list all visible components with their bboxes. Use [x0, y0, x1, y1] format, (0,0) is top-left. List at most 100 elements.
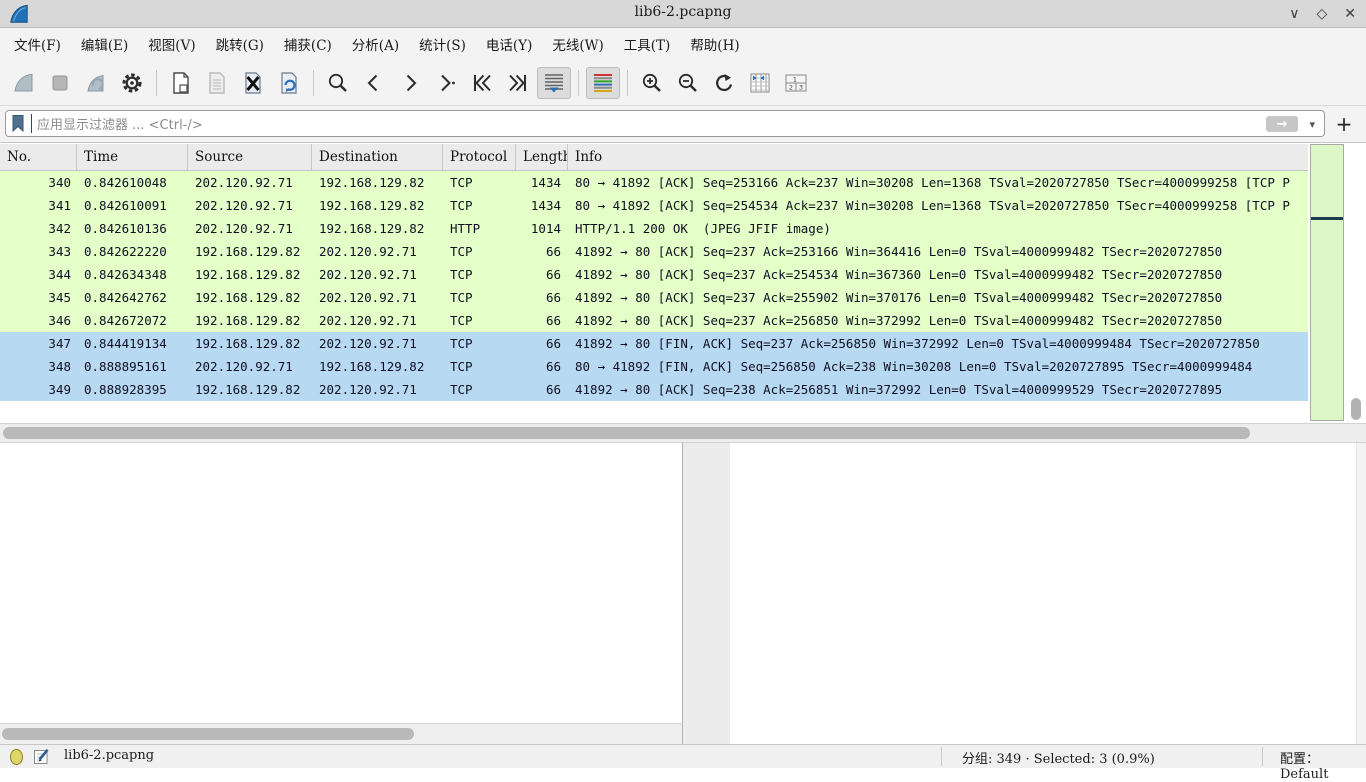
- text-caret: [31, 114, 32, 133]
- packet-row-341[interactable]: 3410.842610091202.120.92.71192.168.129.8…: [0, 194, 1308, 217]
- maximize-button[interactable]: ◇: [1316, 6, 1327, 22]
- packet-row-348[interactable]: 3480.888895161202.120.92.71192.168.129.8…: [0, 355, 1308, 378]
- cell-length: 66: [516, 286, 568, 309]
- auto-scroll-toggle[interactable]: [537, 67, 571, 99]
- menu-telephony[interactable]: 电话(Y): [476, 30, 542, 58]
- column-header-info[interactable]: Info: [568, 144, 1308, 170]
- intelligent-scrollbar-minimap[interactable]: [1310, 144, 1344, 421]
- pane-splitter[interactable]: [683, 443, 730, 744]
- zoom-out-button[interactable]: [671, 67, 705, 99]
- packet-bytes-pane[interactable]: [730, 443, 1366, 744]
- go-back-button[interactable]: [357, 67, 391, 99]
- details-scrollbar-handle[interactable]: [2, 728, 414, 740]
- packet-list-vertical-scrollbar[interactable]: [1346, 144, 1366, 421]
- packet-row-344[interactable]: 3440.842634348192.168.129.82202.120.92.7…: [0, 263, 1308, 286]
- cell-source: 192.168.129.82: [188, 263, 312, 286]
- close-file-button[interactable]: [236, 67, 270, 99]
- filter-dropdown-icon[interactable]: ▾: [1309, 118, 1315, 131]
- zoom-in-button[interactable]: [635, 67, 669, 99]
- cell-no: 345: [0, 286, 77, 309]
- stop-capture-button[interactable]: [43, 67, 77, 99]
- cell-time: 0.844419134: [77, 332, 188, 355]
- last-packet-button[interactable]: [501, 67, 535, 99]
- start-capture-button[interactable]: [7, 67, 41, 99]
- apply-filter-arrow-icon: →: [1277, 117, 1288, 132]
- go-to-packet-button[interactable]: [429, 67, 463, 99]
- cell-time: 0.842610136: [77, 217, 188, 240]
- resize-columns-button[interactable]: [743, 67, 777, 99]
- cell-info: 80 → 41892 [ACK] Seq=254534 Ack=237 Win=…: [568, 194, 1308, 217]
- restart-capture-button[interactable]: [79, 67, 113, 99]
- capture-options-button[interactable]: [115, 67, 149, 99]
- capture-comment-icon[interactable]: [33, 748, 50, 765]
- toolbar-separator: [627, 70, 628, 96]
- packet-row-346[interactable]: 3460.842672072192.168.129.82202.120.92.7…: [0, 309, 1308, 332]
- go-forward-button[interactable]: [393, 67, 427, 99]
- menu-view[interactable]: 视图(V): [138, 30, 205, 58]
- column-header-time[interactable]: Time: [77, 144, 188, 170]
- vertical-scrollbar-handle[interactable]: [1351, 398, 1361, 420]
- packet-row-345[interactable]: 3450.842642762192.168.129.82202.120.92.7…: [0, 286, 1308, 309]
- packet-row-349[interactable]: 3490.888928395192.168.129.82202.120.92.7…: [0, 378, 1308, 401]
- menu-capture[interactable]: 捕获(C): [274, 30, 342, 58]
- add-filter-button[interactable]: +: [1329, 109, 1359, 139]
- cell-length: 1434: [516, 194, 568, 217]
- column-header-destination[interactable]: Destination: [312, 144, 443, 170]
- menu-help[interactable]: 帮助(H): [680, 30, 749, 58]
- details-horizontal-scrollbar[interactable]: [0, 723, 682, 744]
- statusbar-profile[interactable]: 配置：Default: [1280, 748, 1366, 782]
- cell-no: 341: [0, 194, 77, 217]
- display-filter-input[interactable]: 应用显示过滤器 ... <Ctrl-/> → ▾: [5, 110, 1325, 137]
- column-header-source[interactable]: Source: [188, 144, 312, 170]
- layout-button[interactable]: 1 2 3: [779, 67, 813, 99]
- packet-row-342[interactable]: 3420.842610136202.120.92.71192.168.129.8…: [0, 217, 1308, 240]
- menu-go[interactable]: 跳转(G): [206, 30, 274, 58]
- first-packet-button[interactable]: [465, 67, 499, 99]
- filter-bookmark-icon[interactable]: [11, 114, 25, 133]
- first-packet-icon: [470, 71, 494, 95]
- minimap-marker: [1311, 217, 1343, 220]
- open-file-button[interactable]: [164, 67, 198, 99]
- cell-no: 346: [0, 309, 77, 332]
- packet-row-340[interactable]: 3400.842610048202.120.92.71192.168.129.8…: [0, 171, 1308, 194]
- statusbar-separator: [941, 747, 942, 766]
- menu-statistics[interactable]: 统计(S): [409, 30, 476, 58]
- open-file-icon: [170, 71, 192, 95]
- menu-analyze[interactable]: 分析(A): [342, 30, 409, 58]
- menu-wireless[interactable]: 无线(W): [542, 30, 613, 58]
- cell-info: 41892 → 80 [FIN, ACK] Seq=237 Ack=256850…: [568, 332, 1308, 355]
- column-header-no[interactable]: No.: [0, 144, 77, 170]
- cell-source: 192.168.129.82: [188, 332, 312, 355]
- close-button[interactable]: ✕: [1344, 6, 1356, 22]
- cell-source: 192.168.129.82: [188, 240, 312, 263]
- go-forward-icon: [398, 71, 422, 95]
- reload-file-button[interactable]: [272, 67, 306, 99]
- expert-info-icon[interactable]: [9, 748, 24, 766]
- minimize-button[interactable]: ∨: [1289, 6, 1299, 22]
- packet-details-pane[interactable]: [0, 443, 683, 744]
- menu-edit[interactable]: 编辑(E): [71, 30, 138, 58]
- packet-row-347[interactable]: 3470.844419134192.168.129.82202.120.92.7…: [0, 332, 1308, 355]
- column-header-length[interactable]: Length: [516, 144, 568, 170]
- cell-destination: 192.168.129.82: [312, 355, 443, 378]
- bytes-vertical-scrollbar[interactable]: [1356, 443, 1366, 744]
- cell-source: 202.120.92.71: [188, 194, 312, 217]
- horizontal-scrollbar-handle[interactable]: [3, 427, 1250, 439]
- find-packet-button[interactable]: [321, 67, 355, 99]
- packet-list-horizontal-scrollbar[interactable]: [0, 423, 1366, 443]
- packet-row-343[interactable]: 3430.842622220192.168.129.82202.120.92.7…: [0, 240, 1308, 263]
- colorize-icon: [591, 71, 615, 95]
- cell-destination: 202.120.92.71: [312, 286, 443, 309]
- column-header-protocol[interactable]: Protocol: [443, 144, 516, 170]
- cell-no: 340: [0, 171, 77, 194]
- menu-file[interactable]: 文件(F): [4, 30, 71, 58]
- cell-protocol: TCP: [443, 194, 516, 217]
- menu-tools[interactable]: 工具(T): [614, 30, 681, 58]
- colorize-toggle[interactable]: [586, 67, 620, 99]
- apply-filter-button[interactable]: →: [1266, 116, 1298, 132]
- title-bar: lib6-2.pcapng ∨ ◇ ✕: [0, 0, 1366, 28]
- zoom-reset-button[interactable]: [707, 67, 741, 99]
- cell-destination: 202.120.92.71: [312, 332, 443, 355]
- save-file-button[interactable]: [200, 67, 234, 99]
- cell-time: 0.842634348: [77, 263, 188, 286]
